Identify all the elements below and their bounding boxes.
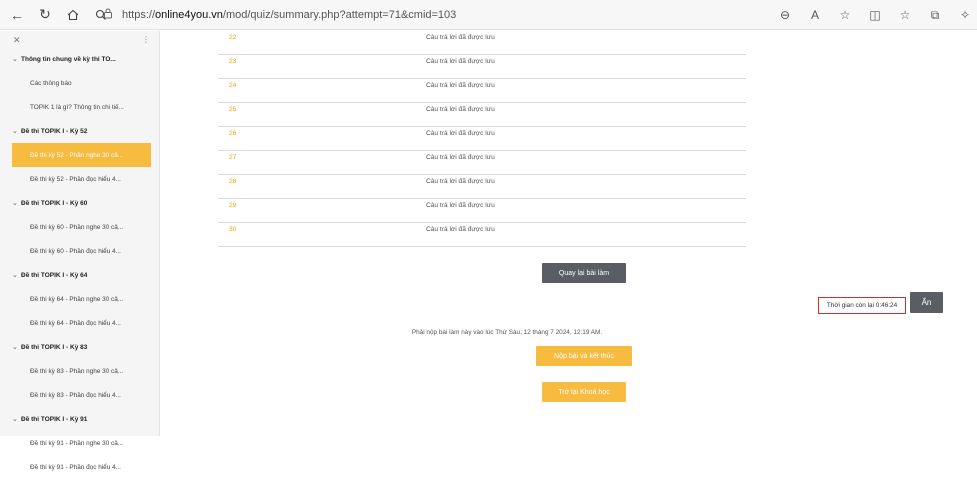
chevron-down-icon[interactable]: ⌄ — [12, 271, 21, 279]
question-number-link[interactable]: 28 — [229, 178, 236, 185]
question-status: Câu trả lời đã được lưu — [426, 106, 495, 113]
url-text: https://online4you.vn/mod/quiz/summary.p… — [122, 9, 457, 21]
question-number-link[interactable]: 25 — [229, 106, 236, 113]
question-number-link[interactable]: 30 — [229, 226, 236, 233]
sidebar-item[interactable]: Các thông báo — [12, 71, 151, 95]
sidebar-section-title: Đề thi TOPIK I - Kỳ 60 — [21, 199, 88, 207]
back-arrow-icon[interactable]: ← — [6, 4, 28, 26]
sidebar-section-header[interactable]: ⌄ Đề thi TOPIK I - Kỳ 60 — [0, 191, 160, 215]
sidebar-item[interactable]: Đề thi kỳ 83 - Phần đọc hiểu 4... — [12, 383, 151, 407]
question-row: 25 Câu trả lời đã được lưu — [218, 103, 746, 127]
question-status: Câu trả lời đã được lưu — [426, 82, 495, 89]
read-aloud-icon[interactable]: A — [803, 8, 827, 22]
favorites-list-icon[interactable]: ☆ — [893, 8, 917, 22]
browser-toolbar: ← ↻ https://online4you.vn/mod/quiz/summa… — [0, 0, 977, 30]
question-row: 24 Câu trả lời đã được lưu — [218, 79, 746, 103]
time-remaining-indicator: Thời gian còn lại 0:46:24 — [818, 297, 906, 314]
close-icon[interactable]: ✕ — [13, 35, 21, 46]
question-number-link[interactable]: 29 — [229, 202, 236, 209]
sidebar-section-title: Thông tin chung về kỳ thi TO... — [21, 55, 116, 63]
favorite-star-icon[interactable]: ☆ — [833, 8, 857, 22]
sidebar-section-header[interactable]: ⌄ Đề thi TOPIK I - Kỳ 83 — [0, 335, 160, 359]
question-number-link[interactable]: 26 — [229, 130, 236, 137]
question-status: Câu trả lời đã được lưu — [426, 58, 495, 65]
return-to-attempt-button[interactable]: Quay lại bài làm — [542, 263, 626, 283]
extensions-icon[interactable]: ✧ — [953, 8, 977, 22]
sidebar-section-header[interactable]: ⌄ Thông tin chung về kỳ thi TO... — [0, 47, 160, 71]
sidebar-section-header[interactable]: ⌄ Đề thi TOPIK I - Kỳ 91 — [0, 407, 160, 431]
chevron-down-icon[interactable]: ⌄ — [12, 343, 21, 351]
back-to-course-button[interactable]: Trở lại Khoá học — [542, 382, 626, 402]
sidebar-item[interactable]: TOPIK 1 là gì? Thông tin chi tiế... — [12, 95, 151, 119]
course-index-sidebar: ✕ ⋮ ⌄ Thông tin chung về kỳ thi TO... Các … — [0, 31, 160, 471]
sidebar-item[interactable]: Đề thi kỳ 60 - Phần nghe 30 câ... — [12, 215, 151, 239]
sidebar-item[interactable]: Đề thi kỳ 64 - Phần đọc hiểu 4... — [12, 311, 151, 335]
question-number-link[interactable]: 24 — [229, 82, 236, 89]
sidebar-section-title: Đề thi TOPIK I - Kỳ 64 — [21, 271, 88, 279]
sidebar-section-header[interactable]: ⌄ Đề thi TOPIK I - Kỳ 52 — [0, 119, 160, 143]
sidebar-item[interactable]: Đề thi kỳ 52 - Phần đọc hiểu 4... — [12, 167, 151, 191]
question-row: 28 Câu trả lời đã được lưu — [218, 175, 746, 199]
question-status: Câu trả lời đã được lưu — [426, 34, 495, 41]
question-status: Câu trả lời đã được lưu — [426, 178, 495, 185]
sidebar-section-title: Đề thi TOPIK I - Kỳ 52 — [21, 127, 88, 135]
sidebar-section-header[interactable]: ⌄ Đề thi TOPIK I - Kỳ 64 — [0, 263, 160, 287]
chevron-down-icon[interactable]: ⌄ — [12, 127, 21, 135]
sidebar-item[interactable]: Đề thi kỳ 91 - Phần đọc hiểu 4... — [12, 455, 151, 479]
question-number-link[interactable]: 23 — [229, 58, 236, 65]
quiz-summary: 22 Câu trả lời đã được lưu 23 Câu trả lời đ… — [218, 31, 974, 436]
question-number-link[interactable]: 27 — [229, 154, 236, 161]
reload-icon[interactable]: ↻ — [34, 4, 56, 26]
sidebar-item[interactable]: Đề thi kỳ 91 - Phần nghe 30 câ... — [12, 431, 151, 455]
zoom-icon[interactable]: ⊖ — [773, 8, 797, 22]
home-icon[interactable] — [62, 4, 84, 26]
split-screen-icon[interactable]: ◫ — [863, 8, 887, 22]
sidebar-section-title: Đề thi TOPIK I - Kỳ 91 — [21, 415, 88, 423]
sidebar-item[interactable]: Đề thi kỳ 60 - Phần đọc hiểu 4... — [12, 239, 151, 263]
question-row: 29 Câu trả lời đã được lưu — [218, 199, 746, 223]
question-status: Câu trả lời đã được lưu — [426, 130, 495, 137]
question-row: 27 Câu trả lời đã được lưu — [218, 151, 746, 175]
chevron-down-icon[interactable]: ⌄ — [12, 199, 21, 207]
lock-icon — [100, 8, 116, 22]
question-status: Câu trả lời đã được lưu — [426, 226, 495, 233]
collections-icon[interactable]: ⧉ — [923, 8, 947, 23]
question-row: 23 Câu trả lời đã được lưu — [218, 55, 746, 79]
sidebar-item[interactable]: Đề thi kỳ 64 - Phần nghe 30 câ... — [12, 287, 151, 311]
question-status: Câu trả lời đã được lưu — [426, 154, 495, 161]
submit-and-finish-button[interactable]: Nộp bài và kết thúc — [536, 346, 632, 366]
sidebar-item[interactable]: Đề thi kỳ 83 - Phần nghe 30 câ... — [12, 359, 151, 383]
chevron-down-icon[interactable]: ⌄ — [12, 55, 21, 63]
sidebar-item[interactable]: Đề thi kỳ 52 - Phần nghe 30 câ... — [12, 143, 151, 167]
question-row: 22 Câu trả lời đã được lưu — [218, 31, 746, 55]
chevron-down-icon[interactable]: ⌄ — [12, 415, 21, 423]
question-status: Câu trả lời đã được lưu — [426, 202, 495, 209]
question-row: 26 Câu trả lời đã được lưu — [218, 127, 746, 151]
due-date-message: Phải nộp bài làm này vào lúc Thứ Sáu, 12… — [411, 329, 603, 336]
question-number-link[interactable]: 22 — [229, 34, 236, 41]
question-row: 30 Câu trả lời đã được lưu — [218, 223, 746, 247]
more-options-icon[interactable]: ⋮ — [142, 35, 150, 44]
hide-timer-button[interactable]: Ẩn — [910, 292, 943, 313]
sidebar-section-title: Đề thi TOPIK I - Kỳ 83 — [21, 343, 88, 351]
